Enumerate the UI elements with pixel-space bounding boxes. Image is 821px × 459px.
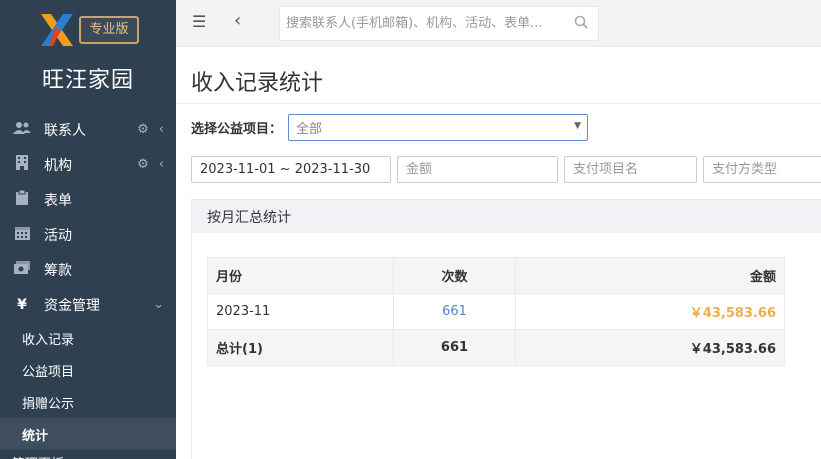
- pro-edition-badge: 专业版: [79, 16, 139, 44]
- monthly-stats-table: 月份 次数 金额 2023-11 661 ￥43,583.66 总计(1) 66…: [207, 257, 785, 366]
- count-link[interactable]: 661: [442, 304, 467, 319]
- chevron-left-icon[interactable]: ‹: [159, 157, 164, 172]
- main-content: 收入记录统计 选择公益项目： 全部 ▼ 按月汇总统计 月份 次数 金额: [176, 47, 821, 459]
- building-icon: [12, 155, 32, 174]
- project-filter-row: 选择公益项目： 全部 ▼: [191, 114, 589, 141]
- menu-toggle-icon[interactable]: ☰: [192, 12, 206, 31]
- payer-type-input[interactable]: [703, 156, 821, 183]
- back-chevron-icon[interactable]: ‹: [234, 10, 241, 31]
- cell-amount: ￥43,583.66: [689, 306, 776, 321]
- payment-item-input[interactable]: [564, 156, 697, 183]
- sidebar-item-cut-off[interactable]: 管理面板: [0, 450, 176, 459]
- sidebar-item-label: 活动: [44, 227, 72, 244]
- total-count: 661: [393, 329, 516, 366]
- logo-area: 专业版 旺汪家园: [0, 0, 176, 112]
- clipboard-icon: [12, 189, 32, 209]
- chevron-down-icon[interactable]: ⌄: [153, 297, 164, 312]
- search-filter-row: [191, 156, 821, 183]
- sidebar-subitem-charity-projects[interactable]: 公益项目: [0, 354, 176, 386]
- sidebar-subitem-donation-disclosure[interactable]: 捐赠公示: [0, 386, 176, 418]
- calendar-icon: [12, 226, 32, 244]
- total-amount: ￥43,583.66: [515, 329, 785, 366]
- gear-icon[interactable]: ⚙: [137, 122, 149, 137]
- sidebar-item-label: 资金管理: [44, 297, 100, 314]
- organization-name: 旺汪家园: [41, 68, 134, 93]
- chevron-left-icon[interactable]: ‹: [159, 122, 164, 137]
- sidebar-subitem-income-records[interactable]: 收入记录: [0, 322, 176, 354]
- sidebar-item-forms[interactable]: 表单: [0, 182, 176, 217]
- app-logo-icon: [41, 14, 74, 46]
- project-select[interactable]: 全部 ▼: [288, 114, 589, 141]
- sidebar-subitem-statistics[interactable]: 统计: [0, 418, 176, 450]
- search-box[interactable]: [279, 6, 599, 41]
- sidebar-item-fundraising[interactable]: 筹款: [0, 252, 176, 287]
- money-icon: [12, 261, 32, 278]
- sidebar-item-label: 表单: [44, 192, 72, 209]
- gear-icon[interactable]: ⚙: [137, 157, 149, 172]
- table-total-row: 总计(1) 661 ￥43,583.66: [207, 329, 785, 366]
- dropdown-caret-icon: ▼: [574, 121, 582, 131]
- search-input[interactable]: [280, 7, 560, 40]
- yuan-icon: ¥: [17, 296, 27, 313]
- cell-month: 2023-11: [207, 293, 394, 330]
- page-title: 收入记录统计: [191, 71, 324, 96]
- table-header-row: 月份 次数 金额: [207, 257, 785, 294]
- column-header-count: 次数: [393, 257, 516, 294]
- monthly-summary-panel: 按月汇总统计 月份 次数 金额 2023-11 661 ￥43,583.66 总…: [191, 199, 821, 459]
- sidebar-item-label: 联系人: [44, 122, 86, 139]
- column-header-month: 月份: [207, 257, 394, 294]
- table-row: 2023-11 661 ￥43,583.66: [207, 293, 785, 330]
- amount-input[interactable]: [397, 156, 558, 183]
- sidebar: 专业版 旺汪家园 联系人 ⚙ ‹ 机构 ⚙ ‹ 表单 活动 筹款 ¥ 资金管理 …: [0, 0, 176, 459]
- top-bar: ☰ ‹: [176, 0, 821, 47]
- project-filter-label: 选择公益项目：: [191, 122, 283, 137]
- title-divider: [176, 103, 821, 104]
- search-icon[interactable]: [574, 15, 588, 33]
- sidebar-item-activities[interactable]: 活动: [0, 217, 176, 252]
- sidebar-item-label: 筹款: [44, 262, 72, 279]
- date-range-input[interactable]: [191, 156, 391, 183]
- contacts-icon: [12, 121, 32, 139]
- column-header-amount: 金额: [515, 257, 785, 294]
- sidebar-item-fund-management[interactable]: ¥ 资金管理 ⌄: [0, 287, 176, 322]
- total-label: 总计(1): [207, 329, 394, 366]
- sidebar-item-label: 机构: [44, 157, 72, 174]
- sidebar-item-organizations[interactable]: 机构 ⚙ ‹: [0, 147, 176, 182]
- project-select-value: 全部: [296, 122, 323, 137]
- panel-title: 按月汇总统计: [192, 200, 821, 233]
- sidebar-item-contacts[interactable]: 联系人 ⚙ ‹: [0, 112, 176, 147]
